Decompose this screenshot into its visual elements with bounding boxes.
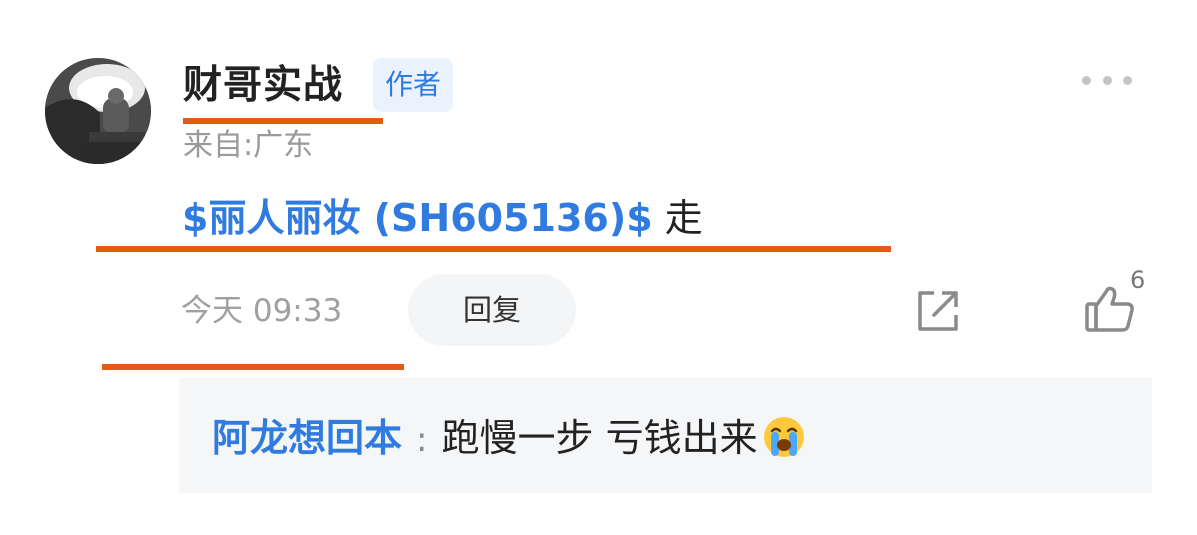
more-dot [1082,75,1091,85]
annotation-underline-time [102,364,404,370]
avatar-image [45,58,151,164]
sub-reply-separator: : [416,420,428,460]
stock-link[interactable]: $丽人丽妆 (SH605136)$ [182,196,653,240]
location-text: 来自:广东 [183,128,314,163]
reply-button[interactable]: 回复 [408,274,576,346]
author-badge: 作者 [373,58,454,112]
annotation-underline-content [96,246,891,252]
thumbs-up-icon[interactable] [1084,284,1136,334]
sub-reply: 阿龙想回本: 跑慢一步 亏钱出来 [212,408,806,470]
crying-face-emoji [762,415,806,459]
more-dot [1102,75,1112,85]
share-icon[interactable] [914,287,962,335]
more-icon[interactable] [1082,70,1132,90]
avatar[interactable] [45,58,151,164]
sub-reply-text: 跑慢一步 亏钱出来 [441,416,758,460]
username[interactable]: 财哥实战 [183,58,343,114]
comment-text: 走 [652,196,703,240]
more-dot [1123,75,1132,85]
timestamp: 今天 09:33 [181,293,343,329]
comment-content: $丽人丽妆 (SH605136)$ 走 [182,190,703,246]
sub-reply-user[interactable]: 阿龙想回本 [212,416,402,460]
like-count: 6 [1130,266,1146,294]
